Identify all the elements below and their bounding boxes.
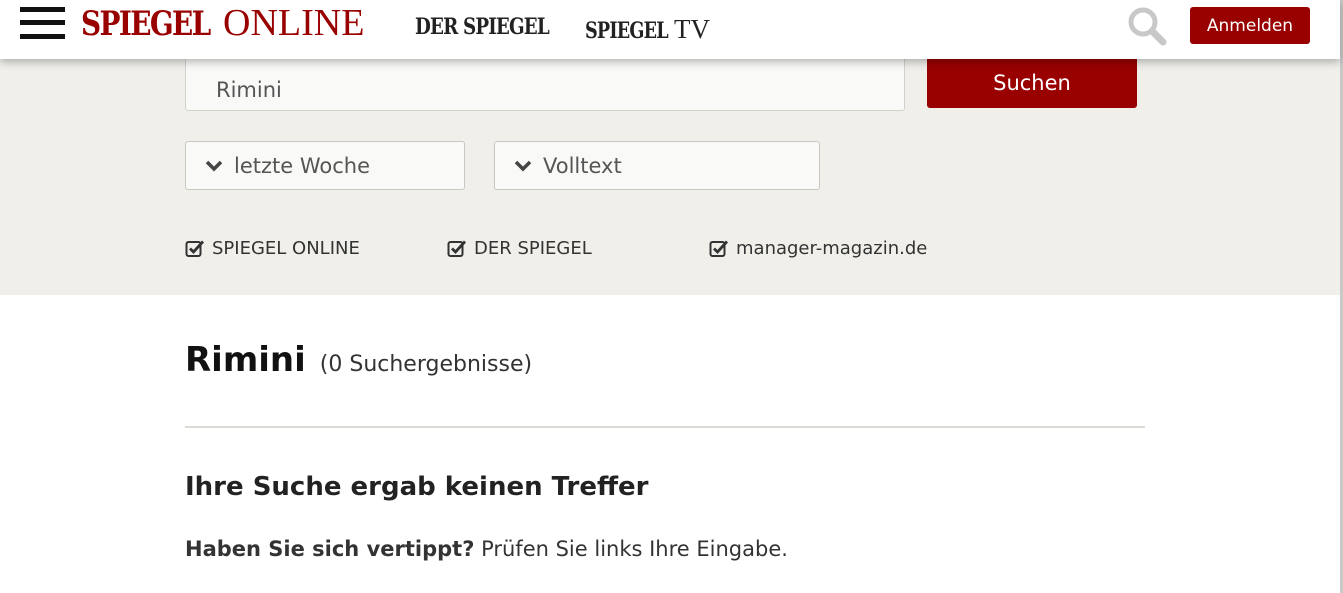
no-results-heading: Ihre Suche ergab keinen Treffer xyxy=(185,472,649,502)
source-label: manager-magazin.de xyxy=(736,237,928,259)
no-results-hint: Haben Sie sich vertippt? Prüfen Sie link… xyxy=(185,537,788,561)
checkbox-checked-icon xyxy=(185,240,205,257)
spiegel-online-logo[interactable]: SPIEGEL ONLINE xyxy=(81,2,365,44)
source-label: DER SPIEGEL xyxy=(474,237,592,259)
site-header: SPIEGEL ONLINE DER SPIEGEL SPIEGEL TV An… xyxy=(0,0,1340,59)
source-label: SPIEGEL ONLINE xyxy=(212,237,360,259)
source-checkbox-manager-magazin[interactable]: manager-magazin.de xyxy=(709,236,927,260)
search-input[interactable] xyxy=(185,50,905,111)
chevron-down-icon xyxy=(205,160,223,171)
nav-link-spiegel-tv[interactable]: SPIEGEL TV xyxy=(585,14,710,45)
magnifier-icon[interactable] xyxy=(1127,6,1167,46)
divider xyxy=(185,426,1145,428)
time-filter-value: letzte Woche xyxy=(234,153,370,178)
page: Suchen letzte Woche Volltext SPIEGEL ONL… xyxy=(0,0,1343,593)
hint-text: Prüfen Sie links Ihre Eingabe. xyxy=(474,537,788,561)
hamburger-menu-icon[interactable] xyxy=(20,7,65,39)
search-type-value: Volltext xyxy=(543,153,622,178)
checkbox-checked-icon xyxy=(447,240,467,257)
results-heading: Rimini (0 Suchergebnisse) xyxy=(185,340,532,380)
source-checkbox-spiegel-online[interactable]: SPIEGEL ONLINE xyxy=(185,236,360,260)
results-query: Rimini xyxy=(185,340,306,380)
nav-tv-text-secondary: TV xyxy=(674,14,710,44)
logo-text-secondary: ONLINE xyxy=(223,2,365,44)
login-button[interactable]: Anmelden xyxy=(1190,7,1310,44)
hint-strong: Haben Sie sich vertippt? xyxy=(185,537,475,561)
checkbox-checked-icon xyxy=(709,240,729,257)
nav-link-der-spiegel[interactable]: DER SPIEGEL xyxy=(415,14,550,40)
nav-tv-text-primary: SPIEGEL xyxy=(585,18,669,44)
source-checkbox-der-spiegel[interactable]: DER SPIEGEL xyxy=(447,236,592,260)
time-filter-select[interactable]: letzte Woche xyxy=(185,141,465,190)
results-count: (0 Suchergebnisse) xyxy=(319,352,533,377)
logo-text-primary: SPIEGEL xyxy=(81,4,211,44)
search-type-select[interactable]: Volltext xyxy=(494,141,820,190)
chevron-down-icon xyxy=(514,160,532,171)
